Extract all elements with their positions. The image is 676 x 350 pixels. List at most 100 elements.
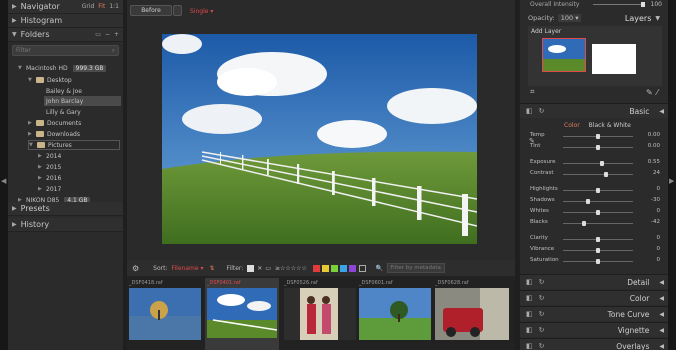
reset-icon[interactable]: ↻	[539, 278, 545, 286]
opacity-field[interactable]: 100 ▾	[557, 14, 582, 22]
slider-exposure[interactable]: Exposure 0.55	[530, 159, 662, 168]
thumbnail-item-selected[interactable]: _DSF0401.raf	[205, 278, 279, 350]
color-label-2[interactable]	[330, 264, 338, 272]
thumbnail-item[interactable]: _DSF0418.raf	[129, 280, 201, 350]
slider-track[interactable]	[563, 161, 633, 166]
tree-folder-documents[interactable]: ▶ Documents	[28, 118, 81, 128]
slider-saturation[interactable]: Saturation 0	[530, 257, 662, 266]
add-layer-button[interactable]: Add Layer	[528, 26, 662, 37]
layer-mask[interactable]	[592, 44, 636, 74]
navigator-header[interactable]: ▶ Navigator Grid Fit 1:1	[8, 0, 123, 14]
slider-track[interactable]	[563, 199, 633, 204]
slider-shadows[interactable]: Shadows -30	[530, 197, 662, 206]
reset-icon[interactable]: ↻	[539, 294, 545, 302]
tree-folder-pictures[interactable]: ▼ Pictures	[28, 140, 120, 150]
view-style-select[interactable]: Single ▾	[190, 8, 213, 15]
slider-highlights[interactable]: Highlights 0	[530, 186, 662, 195]
panel-vignette[interactable]: ◧ ↻ Vignette ◀	[520, 322, 668, 337]
grid-option[interactable]: Grid	[82, 3, 95, 10]
thumbnail-item[interactable]: _DSF0526.raf	[284, 280, 356, 350]
no-label-box[interactable]	[358, 264, 366, 272]
sort-select[interactable]: Filename ▾	[172, 265, 204, 272]
layer-thumbnail[interactable]	[542, 38, 586, 72]
folder-filter-input[interactable]: Filter ⌕	[12, 45, 119, 56]
slider-handle[interactable]	[604, 172, 609, 177]
folders-header[interactable]: ▼ Folders ▭ − +	[8, 28, 123, 42]
slider-handle[interactable]	[596, 210, 600, 215]
tree-folder-john-barclay[interactable]: John Barclay	[44, 96, 121, 106]
tree-drive-macintosh[interactable]: ▼ Macintosh HD 999.3 GB	[18, 63, 107, 73]
plus-icon[interactable]: +	[114, 31, 119, 38]
toggle-icon[interactable]: ◧	[526, 294, 533, 302]
slider-handle[interactable]	[596, 248, 600, 253]
right-edge-bar[interactable]: ▶	[668, 0, 676, 350]
toggle-icon[interactable]: ◧	[526, 342, 533, 350]
slider-handle[interactable]	[596, 188, 600, 193]
reset-icon[interactable]: ↻	[539, 342, 545, 350]
slider-contrast[interactable]: Contrast 24	[530, 170, 662, 179]
tree-folder-2016[interactable]: ▶ 2016	[38, 173, 61, 183]
compare-toggle[interactable]	[173, 5, 182, 16]
metadata-icon[interactable]: 🔍	[376, 265, 383, 272]
collapse-right-icon[interactable]: ▶	[669, 177, 674, 185]
gear-icon[interactable]: ⚙	[132, 264, 139, 273]
crop-icon[interactable]: ⌗	[530, 87, 535, 97]
expand-icon[interactable]: ◀	[659, 327, 664, 334]
photo-preview[interactable]	[162, 34, 477, 244]
tree-folder-desktop[interactable]: ▼ Desktop	[28, 75, 72, 85]
slider-track[interactable]	[563, 248, 633, 253]
thumbnail-item[interactable]: _DSF0601.raf	[359, 280, 431, 350]
slider-track[interactable]	[563, 259, 633, 264]
slider-track[interactable]	[563, 145, 633, 150]
expand-icon[interactable]: ◀	[659, 311, 664, 318]
slider-handle[interactable]	[596, 145, 600, 150]
metadata-filter-input[interactable]: Filter by metadata	[387, 263, 446, 273]
minus-icon[interactable]: −	[105, 31, 110, 38]
fit-option[interactable]: Fit	[98, 3, 105, 10]
sort-direction-icon[interactable]: ⇅	[209, 265, 214, 272]
overall-intensity-slider[interactable]	[593, 2, 646, 7]
tree-folder-2014[interactable]: ▶ 2014	[38, 151, 61, 161]
expand-icon[interactable]: ◀	[659, 343, 664, 350]
slider-track[interactable]	[563, 172, 633, 177]
color-label-3[interactable]	[339, 264, 347, 272]
panel-overlays[interactable]: ◧ ↻ Overlays ◀	[520, 338, 668, 350]
panel-color[interactable]: ◧ ↻ Color ◀	[520, 290, 668, 305]
tab-color[interactable]: Color	[564, 122, 580, 129]
tree-folder-lilly-gary[interactable]: Lilly & Gary	[46, 107, 81, 117]
layers-collapse-icon[interactable]: ▼	[655, 15, 660, 22]
color-label-4[interactable]	[348, 264, 356, 272]
folder-icon[interactable]: ▭	[95, 31, 101, 38]
tree-folder-2017[interactable]: ▶ 2017	[38, 184, 61, 194]
reject-icon[interactable]: ✕	[257, 265, 262, 272]
histogram-header[interactable]: ▶ Histogram	[8, 14, 123, 28]
presets-header[interactable]: ▶ Presets	[8, 202, 123, 216]
slider-handle[interactable]	[596, 259, 600, 264]
rating-filter[interactable]: ≥☆☆☆☆☆	[275, 265, 307, 272]
slider-track[interactable]	[563, 210, 633, 215]
slider-track[interactable]	[563, 188, 633, 193]
slider-vibrance[interactable]: Vibrance 0	[530, 246, 662, 255]
toggle-icon[interactable]: ◧	[526, 310, 533, 318]
before-button[interactable]: Before	[130, 5, 172, 16]
slider-temp[interactable]: Temp 0.00	[530, 132, 662, 141]
expand-icon[interactable]: ◀	[659, 295, 664, 302]
one-to-one-option[interactable]: 1:1	[109, 3, 119, 10]
color-label-1[interactable]	[321, 264, 329, 272]
slider-handle[interactable]	[585, 199, 590, 204]
thumbnail-item[interactable]: _DSF0628.raf	[435, 280, 509, 350]
reset-icon[interactable]: ↻	[539, 326, 545, 334]
tree-folder-2015[interactable]: ▶ 2015	[38, 162, 61, 172]
slider-clarity[interactable]: Clarity 0	[530, 235, 662, 244]
color-label-0[interactable]	[312, 264, 320, 272]
color-label-filter[interactable]	[312, 264, 356, 272]
panel-detail[interactable]: ◧ ↻ Detail ◀	[520, 274, 668, 289]
collapse-left-icon[interactable]: ◀	[1, 177, 6, 185]
panel-tone-curve[interactable]: ◧ ↻ Tone Curve ◀	[520, 306, 668, 321]
reset-icon[interactable]: ↻	[539, 310, 545, 318]
slider-track[interactable]	[563, 237, 633, 242]
slider-handle[interactable]	[596, 134, 600, 139]
history-header[interactable]: ▶ History	[8, 218, 123, 232]
slider-handle[interactable]	[599, 161, 604, 166]
expand-icon[interactable]: ◀	[659, 279, 664, 286]
